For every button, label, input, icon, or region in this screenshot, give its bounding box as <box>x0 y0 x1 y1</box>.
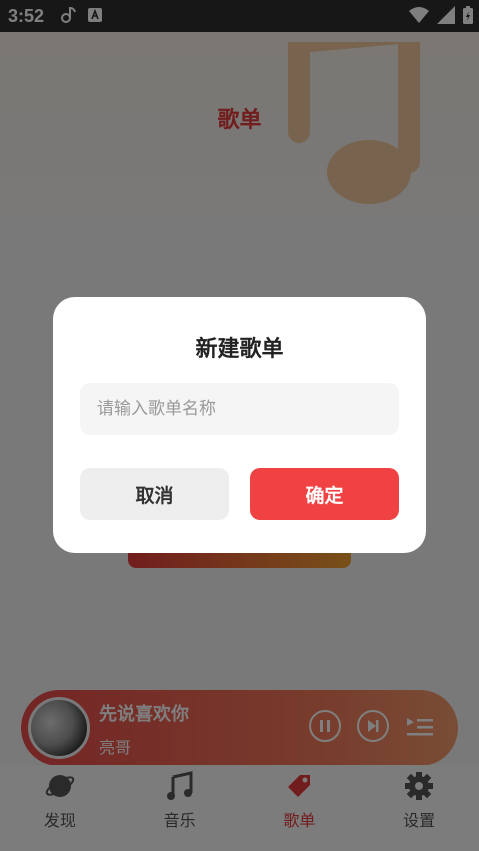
new-playlist-dialog: 新建歌单 取消 确定 <box>53 297 426 553</box>
cancel-button[interactable]: 取消 <box>80 468 229 520</box>
confirm-button[interactable]: 确定 <box>250 468 399 520</box>
playlist-name-input[interactable] <box>80 383 399 435</box>
dialog-title: 新建歌单 <box>195 337 284 362</box>
